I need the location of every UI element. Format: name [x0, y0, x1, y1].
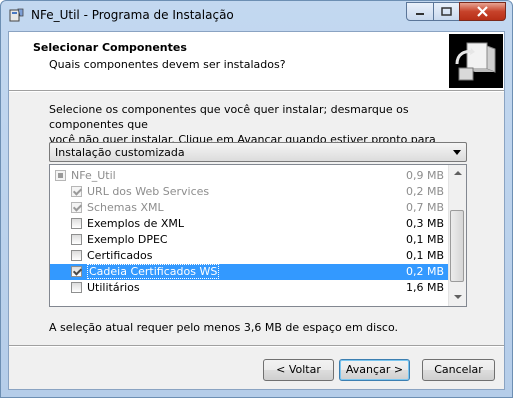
component-checkbox[interactable]	[71, 250, 82, 261]
component-size: 0,2 MB	[405, 185, 444, 198]
next-button[interactable]: Avançar >	[339, 359, 410, 381]
component-size: 0,1 MB	[405, 233, 444, 246]
page-subtitle: Quais componentes devem ser instalados?	[49, 58, 286, 71]
maximize-button[interactable]	[433, 2, 460, 21]
component-label: URL dos Web Services	[87, 185, 210, 198]
scroll-down-button[interactable]	[449, 289, 466, 306]
list-scrollbar[interactable]	[448, 165, 466, 306]
maximize-icon	[441, 7, 452, 16]
back-button[interactable]: < Voltar	[263, 359, 334, 381]
component-row[interactable]: Cadeia Certificados WS 0,2 MB	[50, 264, 450, 280]
install-type-value: Instalação customizada	[55, 146, 185, 159]
component-label: Exemplo DPEC	[87, 233, 168, 246]
component-checkbox[interactable]	[71, 218, 82, 229]
component-checkbox	[71, 202, 82, 213]
component-size: 1,6 MB	[405, 281, 444, 294]
component-size: 0,3 MB	[405, 217, 444, 230]
component-row[interactable]: NFe_Util 0,9 MB	[50, 168, 450, 184]
computer-install-icon	[449, 34, 503, 88]
component-label: Utilitários	[87, 281, 140, 294]
instructions-line-1: Selecione os componentes que você quer i…	[49, 103, 409, 131]
component-row[interactable]: Utilitários 1,6 MB	[50, 280, 450, 296]
component-label: Schemas XML	[87, 201, 164, 214]
component-label: Cadeia Certificados WS	[87, 264, 220, 279]
minimize-icon	[416, 13, 424, 15]
arrow-up-icon	[454, 171, 462, 175]
component-size: 0,2 MB	[405, 265, 444, 278]
cancel-button[interactable]: Cancelar	[422, 359, 495, 381]
minimize-button[interactable]	[406, 2, 434, 21]
component-row[interactable]: Schemas XML 0,7 MB	[50, 200, 450, 216]
components-list[interactable]: Utilitários 1,6 MB Cadeia Certificados WS 0…	[49, 164, 467, 307]
title-bar[interactable]: NFe_Util - Programa de Instalação	[1, 1, 512, 31]
close-icon	[477, 6, 488, 17]
component-row[interactable]: URL dos Web Services 0,2 MB	[50, 184, 450, 200]
component-checkbox[interactable]	[71, 266, 82, 277]
arrow-down-icon	[454, 295, 462, 299]
installer-window: NFe_Util - Programa de Instalação Seleci…	[0, 0, 513, 398]
header-divider	[9, 90, 504, 92]
page-title: Selecionar Componentes	[33, 41, 187, 54]
wizard-header: Selecionar Componentes Quais componentes…	[9, 32, 504, 90]
install-type-dropdown[interactable]: Instalação customizada	[49, 142, 467, 162]
component-size: 0,1 MB	[405, 249, 444, 262]
footer-divider	[9, 345, 504, 347]
component-row[interactable]: Exemplos de XML 0,3 MB	[50, 216, 450, 232]
component-checkbox	[55, 170, 66, 181]
component-size: 0,7 MB	[405, 201, 444, 214]
component-size: 0,9 MB	[405, 169, 444, 182]
component-checkbox[interactable]	[71, 234, 82, 245]
window-title: NFe_Util - Programa de Instalação	[31, 8, 234, 22]
installer-icon[interactable]	[9, 7, 25, 23]
component-row[interactable]: Exemplo DPEC 0,1 MB	[50, 232, 450, 248]
component-checkbox	[71, 186, 82, 197]
scrollbar-thumb[interactable]	[450, 210, 464, 282]
component-label: Certificados	[87, 249, 153, 262]
component-label: NFe_Util	[71, 169, 116, 182]
component-label: Exemplos de XML	[87, 217, 185, 230]
disk-space-text: A seleção atual requer pelo menos 3,6 MB…	[49, 321, 399, 334]
wizard-body: Selecionar Componentes Quais componentes…	[8, 31, 505, 390]
chevron-down-icon[interactable]	[453, 150, 461, 155]
component-checkbox[interactable]	[71, 282, 82, 293]
component-row[interactable]: Certificados 0,1 MB	[50, 248, 450, 264]
scroll-up-button[interactable]	[449, 165, 466, 182]
close-button[interactable]	[459, 2, 506, 21]
